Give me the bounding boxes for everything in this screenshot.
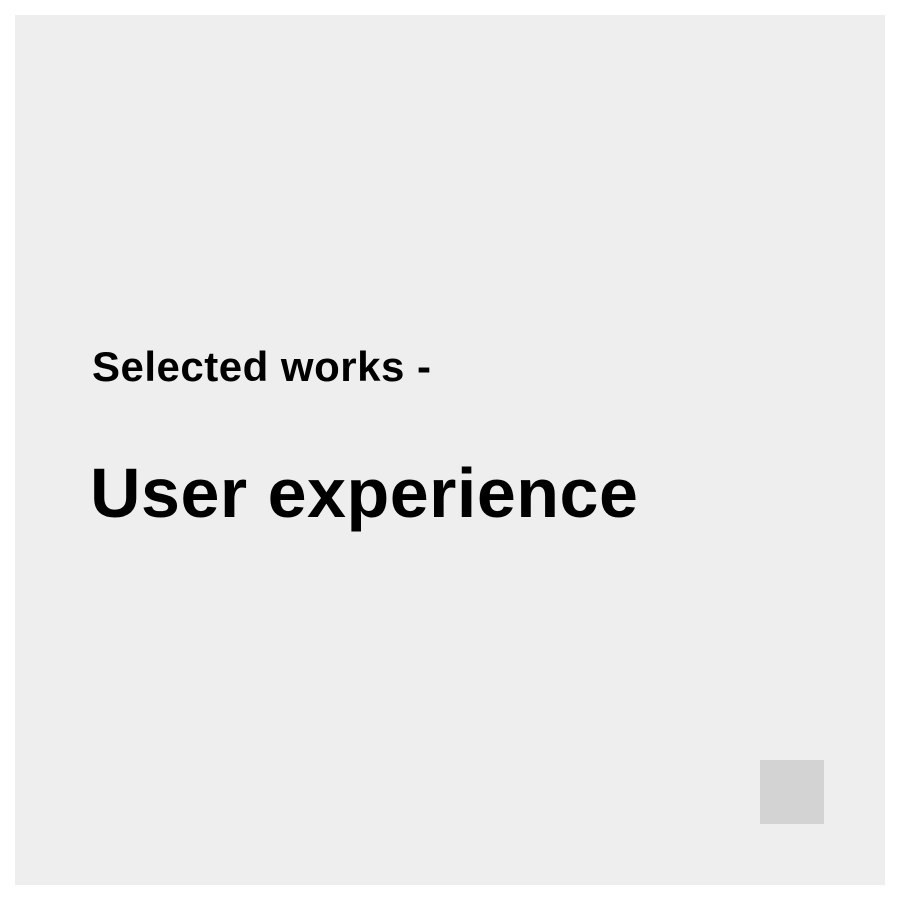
section-headline: User experience [90, 454, 639, 532]
corner-square[interactable] [760, 760, 824, 824]
title-card: Selected works - User experience [15, 15, 885, 885]
section-eyebrow: Selected works - [92, 343, 432, 390]
